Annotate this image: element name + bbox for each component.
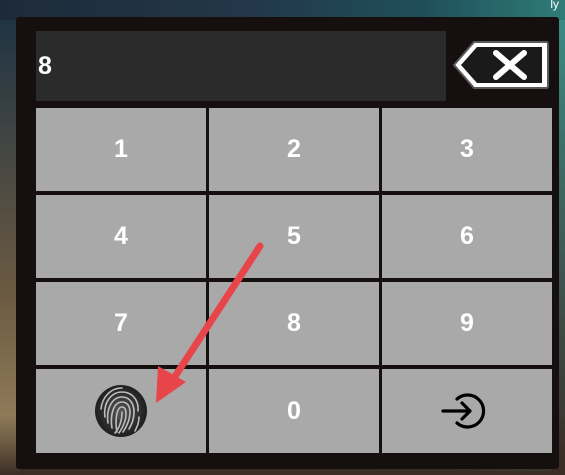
backspace-icon (452, 41, 549, 89)
keypad: 1 2 3 4 5 6 7 8 9 0 (36, 108, 552, 453)
key-6[interactable]: 6 (382, 195, 552, 278)
pin-pad-panel: 8 1 2 3 4 5 6 7 8 9 0 (16, 17, 559, 469)
pin-display[interactable]: 8 (36, 31, 446, 101)
fingerprint-icon (95, 385, 147, 437)
key-3[interactable]: 3 (382, 108, 552, 191)
login-button[interactable] (382, 369, 552, 453)
backspace-button[interactable] (452, 39, 550, 91)
key-9[interactable]: 9 (382, 282, 552, 365)
key-7[interactable]: 7 (36, 282, 206, 365)
key-5[interactable]: 5 (209, 195, 379, 278)
key-2[interactable]: 2 (209, 108, 379, 191)
fingerprint-button[interactable] (36, 369, 206, 453)
key-0[interactable]: 0 (209, 369, 379, 453)
key-8[interactable]: 8 (209, 282, 379, 365)
corner-text: ly (550, 0, 559, 11)
key-4[interactable]: 4 (36, 195, 206, 278)
key-1[interactable]: 1 (36, 108, 206, 191)
login-icon (441, 393, 486, 429)
